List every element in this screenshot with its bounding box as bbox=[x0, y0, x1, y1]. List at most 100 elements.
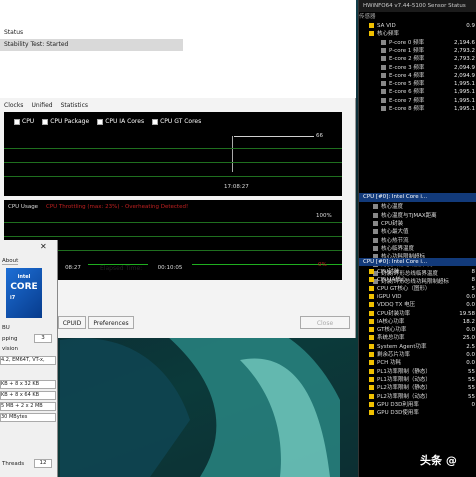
sensor-value: 2.5 bbox=[466, 343, 475, 350]
checkbox-gt-cores[interactable]: CPU GT Cores bbox=[152, 118, 201, 125]
sensor-value: 0.0 bbox=[466, 293, 475, 300]
checkbox-ia-cores[interactable]: CPU IA Cores bbox=[97, 118, 144, 125]
sensor-value: 0.0 bbox=[466, 360, 475, 367]
sensor-row[interactable]: CPU GT核心（图形） 5 bbox=[359, 285, 476, 293]
sensor-row[interactable]: E-core 3 频率 2,094.9 bbox=[359, 64, 476, 72]
sensor-icon bbox=[373, 212, 378, 218]
tab-clocks[interactable]: Clocks bbox=[4, 102, 23, 109]
cpuz-row-0: BU bbox=[2, 325, 10, 331]
sensor-label: PL2功率限制（静态） bbox=[377, 385, 431, 392]
sensor-value: 2,094.9 bbox=[454, 64, 475, 71]
sensor-icon bbox=[381, 81, 386, 87]
sensor-row[interactable]: E-core 5 频率 1,995.1 bbox=[359, 80, 476, 88]
sensor-label: 核心温度 bbox=[381, 204, 404, 211]
sensor-row[interactable]: 核心频率 bbox=[359, 30, 476, 38]
sensor-icon bbox=[369, 277, 374, 283]
cpuz-cache-l1i: KB + 8 x 64 KB bbox=[0, 391, 56, 400]
sensor-row[interactable]: VDDQ TX 电压 0.0 bbox=[359, 301, 476, 309]
sensor-row[interactable]: E-core 8 频率 1,995.1 bbox=[359, 105, 476, 113]
graph1-max-label: 66 bbox=[316, 133, 323, 139]
sensor-row[interactable]: PCH 功耗 0.0 bbox=[359, 359, 476, 367]
sensor-label: E-core 8 频率 bbox=[389, 106, 425, 112]
sensor-label: CPU IA核心 bbox=[377, 277, 407, 284]
sensor-label: PL1功率限制（动态） bbox=[377, 376, 431, 383]
sensor-row[interactable]: PL1功率限制（静态） 55 bbox=[359, 368, 476, 376]
sensor-checkboxes: CPU CPU Package CPU IA Cores CPU GT Core… bbox=[14, 118, 201, 125]
sensor-row[interactable]: CPU封装 8 bbox=[359, 268, 476, 276]
threads-value: 12 bbox=[34, 459, 52, 468]
sensor-row[interactable]: E-core 7 频率 1,995.1 bbox=[359, 97, 476, 105]
graph2-tab-usage[interactable]: CPU Usage bbox=[8, 204, 38, 210]
sensor-label: SA VID bbox=[377, 23, 396, 29]
checkbox-cpu[interactable]: CPU bbox=[14, 118, 34, 125]
sensor-icon bbox=[369, 23, 374, 28]
preferences-button[interactable]: Preferences bbox=[88, 316, 134, 329]
sensor-row[interactable]: GPU D3D利用率 0 bbox=[359, 401, 476, 409]
sensor-row[interactable]: E-core 6 频率 1,995.1 bbox=[359, 88, 476, 96]
sensor-row[interactable]: CPU IA核心 8 bbox=[359, 276, 476, 284]
graph2-top-label: 100% bbox=[316, 213, 332, 219]
sensor-icon bbox=[373, 245, 378, 251]
sensor-row[interactable]: System Agent功率 2.5 bbox=[359, 343, 476, 351]
tab-unified[interactable]: Unified bbox=[31, 102, 52, 109]
sensor-icon bbox=[369, 385, 374, 391]
sensor-section-header[interactable]: CPU [#0]: Intel Core i... bbox=[359, 193, 476, 202]
sensor-icon bbox=[369, 376, 374, 382]
sensor-row[interactable]: GT核心功率 0.0 bbox=[359, 326, 476, 334]
sensor-row[interactable]: 核心热节流 bbox=[359, 237, 476, 245]
graph2-tab-throttling[interactable]: CPU Throttling (max: 23%) - Overheating … bbox=[46, 204, 188, 210]
sensor-icon bbox=[381, 72, 386, 78]
tab-statistics[interactable]: Statistics bbox=[61, 102, 88, 109]
sensor-value: 2,793.2 bbox=[454, 47, 475, 54]
sensor-row[interactable]: 系统总功率 25.0 bbox=[359, 334, 476, 342]
sensor-row[interactable]: P-core 0 频率 2,194.6 bbox=[359, 39, 476, 47]
sensor-row[interactable]: 核心临界温度 bbox=[359, 245, 476, 253]
sensor-icon bbox=[373, 237, 378, 243]
sensor-label: CPU封装 bbox=[377, 269, 400, 275]
sensor-row[interactable]: 核心最大值 bbox=[359, 228, 476, 236]
status-label: Status bbox=[4, 29, 24, 36]
close-button[interactable]: Close bbox=[300, 316, 350, 329]
sensor-row[interactable]: E-core 4 频率 2,094.9 bbox=[359, 72, 476, 80]
threads-label: Threads bbox=[2, 461, 25, 467]
sensor-row[interactable]: PL2功率限制（动态） 55 bbox=[359, 393, 476, 401]
sensor-row[interactable]: P-core 1 频率 2,793.2 bbox=[359, 47, 476, 55]
sensor-row[interactable]: iGPU VID 0.0 bbox=[359, 293, 476, 301]
sensor-row[interactable]: 核心温度 bbox=[359, 203, 476, 211]
sensor-row[interactable]: PL1功率限制（动态） 55 bbox=[359, 376, 476, 384]
sensor-label: System Agent功率 bbox=[377, 343, 427, 350]
sensor-section-header[interactable]: CPU [#0]: Intel Core i... bbox=[359, 258, 476, 267]
close-icon[interactable]: ✕ bbox=[40, 242, 47, 251]
sensor-value: 1,995.1 bbox=[454, 106, 475, 112]
checkbox-cpu-package[interactable]: CPU Package bbox=[42, 118, 89, 125]
cpuid-button[interactable]: CPUID bbox=[58, 316, 86, 329]
sensor-icon bbox=[369, 302, 374, 308]
sensor-row[interactable]: PL2功率限制（静态） 55 bbox=[359, 384, 476, 392]
hwinfo-window: HWiNFO64 v7.44-5100 Sensor Status 传感器 SA… bbox=[358, 0, 476, 477]
sensor-icon bbox=[369, 368, 374, 374]
sensor-label: E-core 2 频率 bbox=[389, 56, 425, 63]
sensor-row[interactable]: SA VID 0.9 bbox=[359, 22, 476, 30]
sensor-row[interactable]: CPU封装 bbox=[359, 220, 476, 228]
sensor-icon bbox=[369, 410, 374, 416]
sensor-label: 核心热节流 bbox=[381, 237, 409, 244]
sensor-row[interactable]: E-core 2 频率 2,793.2 bbox=[359, 55, 476, 63]
sensor-row[interactable]: 核心温度与TjMAX距离 bbox=[359, 212, 476, 220]
sensor-icon bbox=[369, 269, 374, 274]
sensor-value: 55 bbox=[468, 393, 475, 400]
sensor-label: iGPU VID bbox=[377, 293, 402, 300]
sensor-value: 1,995.1 bbox=[454, 89, 475, 96]
sensor-icon bbox=[369, 285, 374, 291]
sensor-row[interactable]: GPU D3D使用率 bbox=[359, 409, 476, 417]
graph2-bottom-label: 0% bbox=[318, 262, 327, 268]
intel-core-logo: intel CORE i7 bbox=[6, 268, 42, 318]
sensor-row[interactable]: CPU封装功率 19.58 bbox=[359, 310, 476, 318]
sensor-row[interactable]: IA核心功率 18.2 bbox=[359, 318, 476, 326]
sensor-label: 系统总功率 bbox=[377, 335, 405, 342]
sensor-icon bbox=[373, 220, 378, 226]
tab-about[interactable]: About bbox=[2, 258, 19, 265]
stepping-value: 3 bbox=[34, 334, 52, 343]
sensor-label: PL2功率限制（动态） bbox=[377, 393, 431, 400]
sensor-row[interactable]: 剩余芯片功率 0.0 bbox=[359, 351, 476, 359]
sensor-label: E-core 7 频率 bbox=[389, 97, 425, 104]
